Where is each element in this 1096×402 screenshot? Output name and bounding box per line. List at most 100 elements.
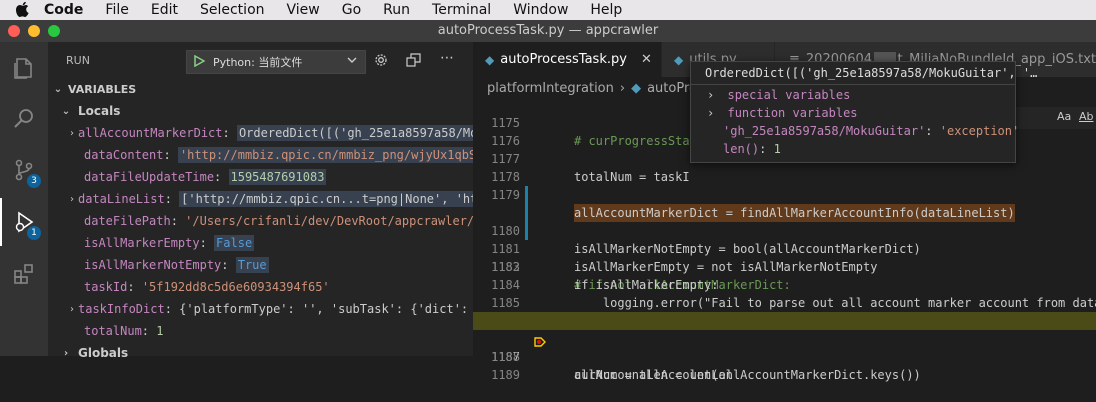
gear-icon[interactable] [374, 53, 388, 70]
variable-value: False [214, 235, 255, 251]
run-debug-icon[interactable]: 1 [0, 198, 48, 246]
globals-title: Globals [78, 346, 129, 360]
launch-config-select[interactable]: Python: 当前文件 [186, 50, 366, 74]
variables-section-header[interactable]: ⌄ VARIABLES [48, 78, 473, 100]
debug-hover-popup: OrderedDict([('gh_25e1a8597a58/MokuGuita… [690, 61, 1037, 163]
variable-name: taskInfoDict [78, 302, 165, 316]
chevron-right-icon: › [619, 80, 626, 96]
variable-row[interactable]: totalNum: 1 [48, 320, 473, 342]
menu-go[interactable]: Go [342, 2, 361, 18]
more-actions-icon[interactable]: ⋯ [440, 50, 454, 66]
run-title: RUN [66, 54, 90, 67]
variable-value: '5f192dd8c5d6e60934394f65' [141, 280, 330, 294]
variable-name: allAccountMarkerDict [78, 126, 223, 140]
variable-row[interactable]: › dataLineList: ['http://mmbiz.qpic.cn..… [48, 188, 502, 210]
hover-tree-item[interactable]: 'gh_25e1a8597a58/MokuGuitar': 'exception… [691, 122, 1019, 140]
run-sidebar: RUN Python: 当前文件 ⋯ ⌄ VARIABLES ⌄ Locals … [48, 42, 508, 360]
variable-row[interactable]: dataContent: 'http://mmbiz.qpic.cn/mmbiz… [48, 144, 508, 166]
variable-value: ['http://mmbiz.qpic.cn...t=png|None', 'h… [179, 191, 502, 207]
modified-gutter-marker [525, 222, 528, 240]
variable-name: dateFilePath [84, 214, 171, 228]
code-line: 1183 if isAllMarkerEmpty: [473, 240, 1096, 292]
breadcrumb-item[interactable]: platformIntegration [487, 81, 614, 96]
code-line: 1184 logging.error("Fail to parse out al… [473, 258, 1096, 310]
run-header: RUN Python: 当前文件 ⋯ [48, 42, 473, 78]
hover-tree-item[interactable]: len(): 1 [691, 140, 1015, 158]
close-icon[interactable]: ✕ [641, 52, 652, 67]
variable-row[interactable]: isAllMarkerNotEmpty: True [48, 254, 473, 276]
python-file-icon: ◆ [485, 52, 495, 67]
code-line: 1189 [473, 348, 1096, 382]
hover-tree-item[interactable]: › function variables [691, 104, 1015, 122]
menu-bar: Code File Edit Selection View Go Run Ter… [0, 0, 1096, 20]
debug-count-badge: 1 [27, 226, 41, 240]
chevron-right-icon: › [707, 106, 715, 120]
explorer-icon[interactable] [0, 44, 48, 92]
menu-file[interactable]: File [105, 2, 128, 18]
modified-gutter-marker [525, 204, 528, 222]
chevron-right-icon: › [707, 88, 715, 102]
variable-name: dataFileUpdateTime [84, 170, 215, 184]
variable-name: totalNum [84, 324, 142, 338]
variable-name: dataLineList [78, 192, 165, 206]
code-line: 1179 allAccountMarkerDict = findAllMarke… [473, 168, 1096, 222]
variable-name: taskId [84, 280, 128, 294]
locals-scope[interactable]: ⌄ Locals [48, 100, 473, 122]
variable-row[interactable]: › allAccountMarkerDict: OrderedDict([('g… [48, 122, 502, 144]
variable-value: 'http://mmbiz.qpic.cn/mmbiz_png/wjyUx1qb… [177, 147, 508, 163]
hover-item-value: 1 [773, 142, 781, 156]
menu-edit[interactable]: Edit [151, 2, 178, 18]
variable-row[interactable]: dataFileUpdateTime: 1595487691083 [48, 166, 473, 188]
chevron-down-icon [347, 55, 357, 68]
code-line: 1180 isAllMarkerNotEmpty = bool(allAccou… [473, 186, 1096, 256]
search-icon[interactable] [0, 94, 48, 142]
variable-name: isAllMarkerNotEmpty [84, 258, 222, 272]
menu-selection[interactable]: Selection [200, 2, 265, 18]
tab-autoprocesstask[interactable]: ◆ autoProcessTask.py ✕ [473, 42, 661, 77]
variable-name: isAllMarkerEmpty [84, 236, 200, 250]
variable-value: '/Users/crifanli/dev/DevRoot/appcrawler/… [185, 214, 504, 228]
hover-item-key: 'gh_25e1a8597a58/MokuGuitar' [723, 124, 926, 138]
menu-view[interactable]: View [287, 2, 320, 18]
activity-bar: 3 1 [0, 42, 48, 356]
menu-window[interactable]: Window [513, 2, 568, 18]
code-line: 1186 [473, 294, 1096, 328]
hover-tree-item[interactable]: › special variables [691, 86, 1015, 104]
debug-console-icon[interactable] [406, 53, 421, 70]
variable-row[interactable]: taskId: '5f192dd8c5d6e60934394f65' [48, 276, 473, 298]
current-debug-line: 1187 allAccountLen = len(allAccountMarke… [473, 312, 1096, 382]
variable-value: {'platformType': '', 'subTask': {'dict':… [179, 302, 498, 316]
chevron-down-icon: ⌄ [53, 83, 63, 95]
variable-row[interactable]: › taskInfoDict: {'platformType': '', 'su… [48, 298, 497, 320]
variable-name: dataContent [84, 148, 164, 162]
code-line: 1182 # if not allAccountMarkerDict: [473, 222, 1096, 292]
line-text: curNum = allAccountLen [574, 368, 733, 382]
hover-item-value: 'exception' [939, 124, 1020, 138]
apple-icon[interactable] [14, 0, 32, 20]
variable-row[interactable]: dateFilePath: '/Users/crifanli/dev/DevRo… [48, 210, 503, 232]
menu-app-name[interactable]: Code [44, 2, 83, 18]
menu-terminal[interactable]: Terminal [432, 2, 491, 18]
chevron-right-icon: › [63, 347, 69, 359]
start-debugging-icon[interactable] [193, 54, 206, 70]
window-titlebar: autoProcessTask.py — appcrawler [0, 20, 1096, 42]
variable-value: True [235, 257, 269, 273]
globals-scope[interactable]: › Globals [48, 342, 473, 364]
locals-title: Locals [78, 104, 121, 118]
variables-title: VARIABLES [68, 82, 137, 96]
variable-value: OrderedDict([('gh_25e1a8597a58/Moku… [236, 125, 502, 141]
source-control-icon[interactable]: 3 [0, 146, 48, 194]
window-title: autoProcessTask.py — appcrawler [437, 23, 659, 38]
python-file-icon: ◆ [631, 80, 642, 96]
chevron-right-icon: › [70, 303, 74, 315]
scm-count-badge: 3 [27, 174, 41, 188]
menu-run[interactable]: Run [383, 2, 410, 18]
hover-item-label: function variables [727, 106, 858, 120]
chevron-right-icon: › [70, 193, 74, 205]
variable-row[interactable]: isAllMarkerEmpty: False [48, 232, 473, 254]
code-line: 1181 isAllMarkerEmpty = not isAllMarkerN… [473, 204, 1096, 274]
extensions-icon[interactable] [0, 250, 48, 298]
chevron-down-icon: ⌄ [61, 105, 71, 117]
menu-help[interactable]: Help [590, 2, 622, 18]
variable-value: 1595487691083 [228, 169, 327, 185]
